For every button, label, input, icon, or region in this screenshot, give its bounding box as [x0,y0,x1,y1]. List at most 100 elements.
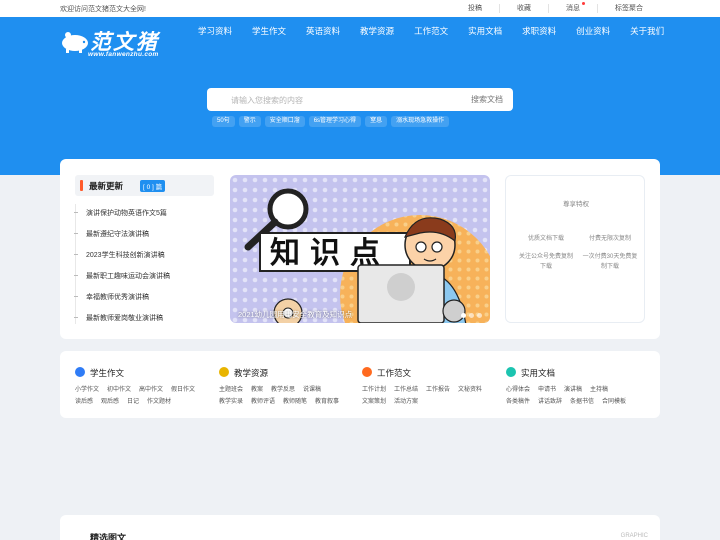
logo-domain-text: www.fanwenzhu.com [88,51,159,58]
category-tag[interactable]: 观后感 [101,396,119,408]
hot-keyword[interactable]: 警示 [238,116,261,127]
featured-title: 精选图文 [90,533,127,540]
carousel-dot[interactable] [469,313,474,318]
category-title[interactable]: 学生作文 [90,367,124,379]
latest-list: 演讲保护动物英语作文5篇 最新遵纪守法演讲稿 2023学生科技创新演讲稿 最新职… [74,204,214,324]
category-tag[interactable]: 教学实录 [219,396,243,408]
messages-label: 消息 [566,5,580,12]
privilege-item: 优质文档下载 [527,236,564,242]
banner-illustration: 知识点 [230,175,490,323]
hot-keyword[interactable]: 溺水现场急救操作 [391,116,450,127]
category-tag[interactable]: 文秘资料 [458,384,482,396]
latest-count-badge: [ 0 ] 篇 [140,180,166,192]
category-tag[interactable]: 条据书信 [570,396,594,408]
unread-dot-icon [582,2,585,5]
category-tag[interactable]: 作文题材 [147,396,171,408]
category-tag[interactable]: 主题班会 [219,384,243,396]
category-tag[interactable]: 申请书 [538,384,556,396]
header: 范文猪 www.fanwenzhu.com 学习资料 学生作文 英语资料 教学资… [0,17,720,175]
category-dot-icon [506,367,516,377]
carousel-indicators [458,313,482,318]
category-dot-icon [219,367,229,377]
list-item[interactable]: 最新教师爱岗敬业演讲稿 [74,313,163,323]
nav-item-startup[interactable]: 创业资料 [568,17,618,47]
top-links: 投稿 收藏 消息 标签聚合 [451,0,660,17]
nav-item-study[interactable]: 学习资料 [190,17,240,47]
category-tag[interactable]: 合同模板 [602,396,626,408]
category-title[interactable]: 实用文档 [521,367,555,379]
nav-item-english[interactable]: 英语资料 [298,17,348,47]
top-bar: 欢迎访问范文猪范文大全网! 投稿 收藏 消息 标签聚合 [0,0,720,17]
category-title[interactable]: 教学资源 [234,367,268,379]
featured-card: 精选图文 GRAPHIC [60,515,660,540]
category-tag[interactable]: 工作计划 [362,384,386,396]
list-item[interactable]: 2023学生科技创新演讲稿 [74,250,165,260]
list-item[interactable]: 最新职工趣味运动会演讲稿 [74,271,170,281]
category-tag[interactable]: 小学作文 [75,384,99,396]
main-card: 最新更新 [ 0 ] 篇 演讲保护动物英语作文5篇 最新遵纪守法演讲稿 2023… [60,159,660,339]
search-input[interactable]: 请输入您搜索的内容 [231,95,303,106]
category-tag[interactable]: 初中作文 [107,384,131,396]
category-tags: 主题班会 教案 教学反思 说课稿教学实录 教师评语 教师随笔 教育叙事 [219,384,359,408]
privilege-panel: 尊享特权 优质文档下载 付费无限次复制 关注公众号免费复制下载 一次付费30天免… [505,175,645,323]
nav-item-student-essay[interactable]: 学生作文 [244,17,294,47]
nav-item-jobs[interactable]: 求职资料 [514,17,564,47]
category-card: 学生作文 小学作文 初中作文 高中作文 假日作文读后感 观后感 日记 作文题材 教学资源 主… [60,351,660,418]
category-tag[interactable]: 活动方案 [394,396,418,408]
privilege-item: 付费无限次复制 [588,236,631,242]
site-logo[interactable]: 范文猪 www.fanwenzhu.com [60,25,180,61]
contribute-link[interactable]: 投稿 [451,4,499,13]
carousel-dot[interactable] [477,313,482,318]
category-tag[interactable]: 日记 [127,396,139,408]
latest-updates-title: 最新更新 [89,181,124,191]
featured-tag: GRAPHIC [620,533,648,539]
category-tag[interactable]: 主持稿 [590,384,608,396]
list-item[interactable]: 演讲保护动物英语作文5篇 [74,208,167,218]
category-tag[interactable]: 教师评语 [251,396,275,408]
nav-item-teaching[interactable]: 教学资源 [352,17,402,47]
carousel-dot[interactable] [461,313,466,318]
category-tags: 心得体会 申请书 演讲稿 主持稿各类稿件 讲话致辞 条据书信 合同模板 [506,384,646,408]
category-tag[interactable]: 读后感 [75,396,93,408]
category-tag[interactable]: 教育叙事 [315,396,339,408]
category-tag[interactable]: 高中作文 [139,384,163,396]
list-item[interactable]: 幸福教师优秀演讲稿 [74,292,149,302]
category-tag[interactable]: 心得体会 [506,384,530,396]
nav-item-docs[interactable]: 实用文档 [460,17,510,47]
main-nav: 学习资料 学生作文 英语资料 教学资源 工作范文 实用文档 求职资料 创业资料 … [190,17,676,47]
privilege-item: 一次付费30天免费复制下载 [582,254,638,270]
category-tag[interactable]: 演讲稿 [564,384,582,396]
category-tag[interactable]: 讲话致辞 [538,396,562,408]
tag-aggregation-link[interactable]: 标签聚合 [597,4,660,13]
messages-link[interactable]: 消息 [548,2,597,13]
search-button[interactable]: 搜索文档 [471,94,503,105]
category-tag[interactable]: 各类稿件 [506,396,530,408]
privilege-item: 关注公众号免费复制下载 [518,254,573,270]
category-tag[interactable]: 教案 [251,384,263,396]
banner-carousel[interactable]: 知识点 2021幼儿园用电安全教育及知识点 [230,175,490,323]
category-tag[interactable]: 文案策划 [362,396,386,408]
hot-keyword[interactable]: 6s管理学习心得 [308,116,362,127]
category-tag[interactable]: 教学反思 [271,384,295,396]
category-tags: 小学作文 初中作文 高中作文 假日作文读后感 观后感 日记 作文题材 [75,384,215,408]
nav-item-about[interactable]: 关于我们 [622,17,672,47]
privilege-title: 尊享特权 [563,201,589,208]
latest-updates-header: 最新更新 [ 0 ] 篇 [75,175,214,196]
hot-keyword[interactable]: 50句 [212,116,235,127]
search-box[interactable]: 请输入您搜索的内容 搜索文档 [207,88,513,111]
accent-bar [80,180,83,191]
hot-keyword[interactable]: 窒息 [365,116,388,127]
category-tag[interactable]: 假日作文 [171,384,195,396]
banner-caption: 2021幼儿园用电安全教育及知识点 [238,310,353,319]
nav-item-work[interactable]: 工作范文 [406,17,456,47]
category-tag[interactable]: 工作报告 [426,384,450,396]
list-item[interactable]: 最新遵纪守法演讲稿 [74,229,149,239]
hot-keyword[interactable]: 安全顺口溜 [264,116,305,127]
category-tag[interactable]: 工作总结 [394,384,418,396]
favorite-link[interactable]: 收藏 [499,4,548,13]
hot-keywords: 50句 警示 安全顺口溜 6s管理学习心得 窒息 溺水现场急救操作 [212,116,453,127]
category-dot-icon [75,367,85,377]
category-tag[interactable]: 教师随笔 [283,396,307,408]
category-title[interactable]: 工作范文 [377,367,411,379]
category-tag[interactable]: 说课稿 [303,384,321,396]
